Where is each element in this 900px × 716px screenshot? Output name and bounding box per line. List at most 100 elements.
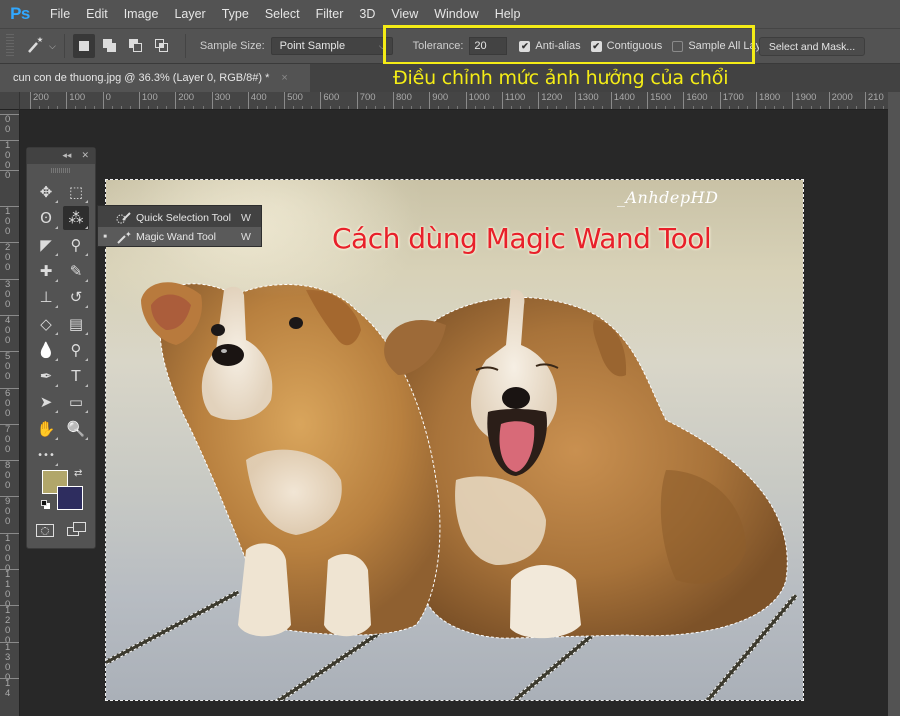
- ruler-minor-tick: [629, 106, 630, 109]
- menu-help[interactable]: Help: [487, 0, 529, 28]
- healing-brush-tool[interactable]: ✚: [33, 259, 59, 283]
- rectangle-tool[interactable]: ▭: [63, 390, 89, 414]
- menu-select[interactable]: Select: [257, 0, 308, 28]
- type-tool[interactable]: T: [63, 364, 89, 388]
- ruler-minor-tick: [166, 106, 168, 109]
- ruler-tick-label: 0 0: [0, 114, 19, 135]
- ruler-tick-label: 1800: [756, 92, 780, 109]
- flyout-item-magic-wand[interactable]: ■ ✦ Magic Wand Tool W: [98, 227, 261, 246]
- ruler-minor-tick: [120, 106, 122, 109]
- sample-size-select[interactable]: Point Sample ⌵: [270, 37, 393, 55]
- menu-type[interactable]: Type: [214, 0, 257, 28]
- close-icon[interactable]: ×: [281, 72, 287, 84]
- ruler-origin[interactable]: [0, 92, 20, 110]
- photoshop-logo: Ps: [10, 4, 30, 23]
- ruler-tick-label: 3 0 0: [0, 278, 19, 310]
- chevron-down-icon: ⌵: [49, 40, 56, 51]
- more-tools-indicator: [55, 384, 58, 388]
- divider: [184, 34, 186, 58]
- ruler-minor-tick: [184, 106, 186, 109]
- swap-colors-icon[interactable]: ⇄: [74, 468, 82, 479]
- pen-icon: ✒: [39, 367, 53, 386]
- ruler-tick-label: 4 0 0: [0, 314, 19, 346]
- selected-bullet-icon: ■: [103, 233, 107, 240]
- watermark-text: _AnhdepHD: [617, 188, 719, 207]
- flyout-item-shortcut: W: [241, 230, 251, 243]
- pen-tool[interactable]: ✒: [33, 364, 59, 388]
- zoom-tool[interactable]: 🔍: [63, 417, 89, 441]
- tool-preset-picker[interactable]: ⌵: [26, 36, 56, 57]
- ruler-minor-tick: [302, 106, 304, 109]
- ruler-tick-label: 1 1 0 0: [0, 569, 19, 610]
- options-bar-grip[interactable]: [6, 34, 14, 58]
- menu-file[interactable]: File: [42, 0, 78, 28]
- ruler-minor-tick: [874, 106, 875, 109]
- menu-layer[interactable]: Layer: [166, 0, 213, 28]
- eyedropper-tool[interactable]: ⚲: [63, 233, 89, 257]
- more-tools-indicator: [55, 278, 58, 282]
- screen-mode-icon[interactable]: [67, 522, 87, 538]
- crop-tool[interactable]: ◤: [33, 233, 59, 257]
- gradient-tool[interactable]: ▤: [63, 312, 89, 336]
- menu-3d[interactable]: 3D: [351, 0, 383, 28]
- more-tools-indicator: [55, 463, 58, 466]
- ruler-tick-label: 8 0 0: [0, 460, 19, 491]
- default-colors-icon[interactable]: [41, 500, 51, 510]
- brush-tool[interactable]: ✎: [63, 259, 89, 283]
- select-and-mask-button[interactable]: Select and Mask...: [759, 37, 865, 56]
- edit-toolbar[interactable]: •••: [33, 443, 59, 467]
- subtract-from-selection-button[interactable]: [125, 34, 147, 58]
- menu-image[interactable]: Image: [116, 0, 167, 28]
- ruler-minor-tick: [447, 106, 449, 109]
- more-tools-indicator: [85, 384, 88, 388]
- intersect-with-selection-button[interactable]: [151, 34, 173, 58]
- lasso-tool[interactable]: ʘ: [33, 206, 59, 230]
- blur-tool[interactable]: 💧: [33, 338, 59, 362]
- flyout-item-label: Quick Selection Tool: [136, 211, 231, 224]
- ruler-minor-tick: [266, 106, 267, 109]
- dodge-tool[interactable]: ⚲: [63, 338, 89, 362]
- menu-edit[interactable]: Edit: [78, 0, 116, 28]
- collapse-panel-icon[interactable]: ◂◂: [62, 151, 71, 161]
- rectangular-marquee-tool[interactable]: ⬚: [63, 180, 89, 204]
- hand-tool[interactable]: ✋: [33, 417, 59, 441]
- clone-stamp-icon: ⊥: [39, 288, 53, 307]
- photo-light-overlay: [106, 180, 803, 700]
- tools-panel-header[interactable]: ◂◂ ✕: [27, 148, 95, 164]
- editbar-icon: •••: [37, 449, 55, 461]
- ruler-minor-tick: [737, 106, 739, 109]
- menu-window[interactable]: Window: [426, 0, 486, 28]
- ruler-minor-tick: [601, 106, 603, 109]
- magic-wand-tool[interactable]: ⁂: [63, 206, 89, 231]
- move-tool[interactable]: ✥: [33, 180, 59, 204]
- ruler-minor-tick: [293, 106, 295, 109]
- horizontal-ruler[interactable]: 200 100 0 100 200 300 400 500 600 700 800 900 1000 11…: [20, 92, 888, 110]
- close-panel-icon[interactable]: ✕: [81, 151, 89, 161]
- add-to-selection-button[interactable]: [99, 34, 121, 58]
- hand-icon: ✋: [36, 419, 56, 438]
- ruler-tick-label: 1 0 0 0: [0, 532, 19, 574]
- flyout-item-quick-selection[interactable]: Quick Selection Tool W: [98, 208, 261, 227]
- menu-view[interactable]: View: [383, 0, 426, 28]
- ruler-tick-label: 2 0 0: [0, 242, 19, 273]
- magic-wand-icon: ✦: [112, 230, 136, 244]
- ruler-minor-tick: [774, 106, 776, 109]
- vertical-ruler[interactable]: 0 01 0 001 0 02 0 03 0 04 0 05 0 06 0 07…: [0, 110, 20, 716]
- eraser-tool[interactable]: ◇: [33, 312, 59, 336]
- history-brush-tool[interactable]: ↺: [63, 285, 89, 309]
- quick-mask-icon[interactable]: [36, 524, 54, 537]
- path-selection-tool[interactable]: ➤: [33, 390, 59, 414]
- new-selection-button[interactable]: [72, 34, 95, 58]
- document-image[interactable]: [106, 180, 803, 700]
- lasso-icon: ʘ: [40, 209, 52, 228]
- menu-filter[interactable]: Filter: [308, 0, 352, 28]
- background-color-swatch[interactable]: [57, 486, 83, 510]
- more-tools-indicator: [55, 200, 58, 203]
- zoom-icon: 🔍: [66, 419, 86, 438]
- clone-stamp-tool[interactable]: ⊥: [33, 285, 59, 309]
- document-tab[interactable]: cun con de thuong.jpg @ 36.3% (Layer 0, …: [0, 64, 310, 92]
- ruler-minor-tick: [855, 106, 857, 109]
- ruler-minor-tick: [365, 106, 367, 109]
- quick-selection-icon: [112, 211, 136, 225]
- tools-panel-grip[interactable]: [51, 168, 71, 173]
